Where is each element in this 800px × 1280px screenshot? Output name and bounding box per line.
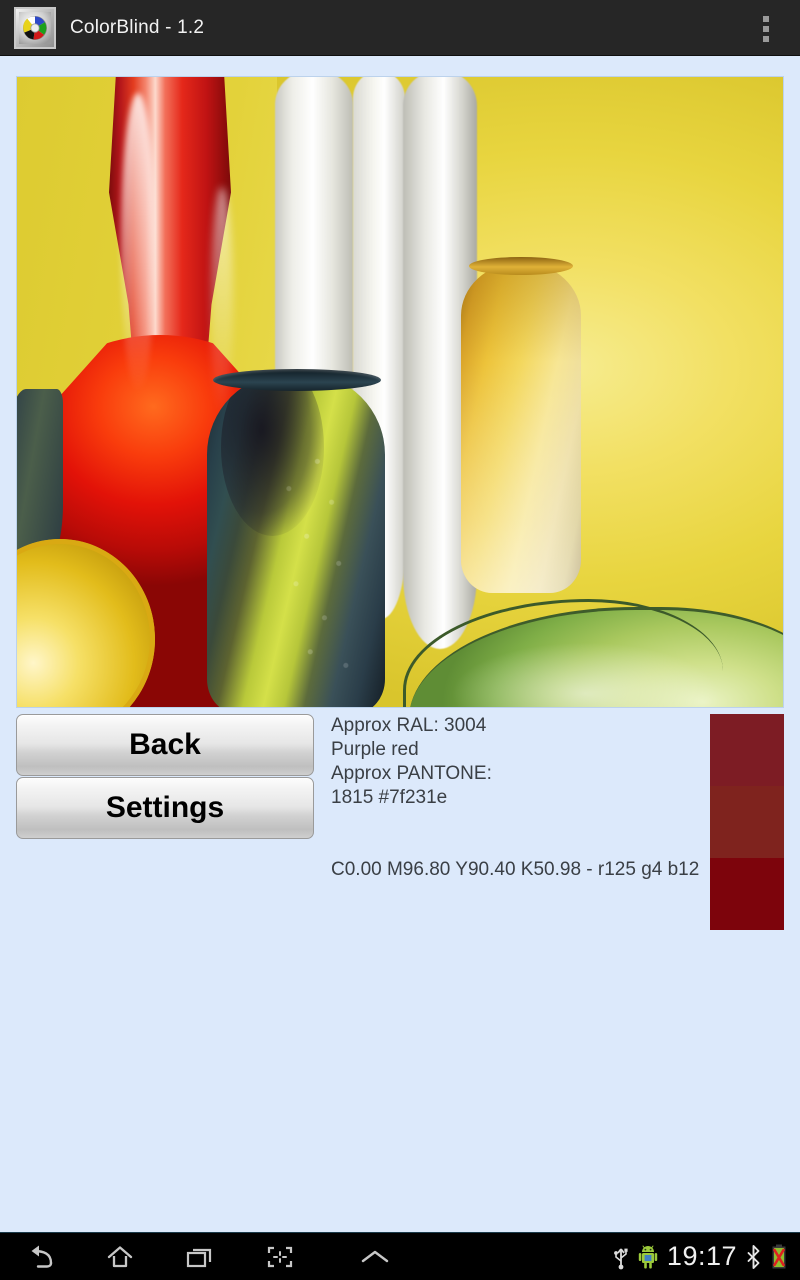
photo-preview[interactable]: [16, 76, 784, 708]
screenshot-icon: [267, 1246, 293, 1267]
status-tray[interactable]: 19:17: [613, 1233, 800, 1280]
sampled-swatch: [710, 858, 784, 930]
home-icon: [107, 1245, 133, 1267]
nav-screenshot-button[interactable]: [240, 1233, 320, 1280]
app-icon: [14, 6, 56, 49]
ral-swatch: [710, 714, 784, 786]
pantone-label: Approx PANTONE:: [331, 763, 492, 784]
teal-vase-rim: [213, 369, 381, 391]
nav-recents-button[interactable]: [160, 1233, 240, 1280]
app-root: ColorBlind - 1.2 Back Settings Approx RA…: [0, 0, 800, 1280]
app-title: ColorBlind - 1.2: [70, 16, 205, 38]
nav-back-button[interactable]: [0, 1233, 80, 1280]
color-info: Approx RAL: 3004 Purple red Approx PANTO…: [331, 714, 731, 810]
back-button[interactable]: Back: [16, 714, 314, 776]
battery-error-icon: [770, 1243, 788, 1271]
teal-mottled-vase: [207, 373, 385, 707]
system-navigation-bar: 19:17: [0, 1232, 800, 1280]
nav-home-button[interactable]: [80, 1233, 160, 1280]
status-clock: 19:17: [666, 1241, 737, 1271]
settings-button[interactable]: Settings: [16, 777, 314, 839]
overflow-dot: [763, 26, 769, 32]
ral-label: Approx RAL: 3004: [331, 715, 487, 736]
pantone-swatch: [710, 786, 784, 858]
overflow-menu-button[interactable]: [750, 12, 782, 46]
recents-icon: [186, 1248, 212, 1267]
chevron-up-icon: [361, 1250, 389, 1262]
back-icon: [31, 1245, 53, 1268]
amber-vase-rim: [469, 257, 573, 275]
color-wheel-aperture-icon: [19, 11, 51, 44]
glass-vases-photo: [17, 77, 783, 707]
ral-name: Purple red: [331, 739, 419, 760]
pantone-value: 1815 #7f231e: [331, 787, 448, 808]
android-robot-icon: [638, 1244, 658, 1270]
overflow-dot: [763, 36, 769, 42]
cmyk-rgb-readout: C0.00 M96.80 Y90.40 K50.98 - r125 g4 b12: [331, 859, 700, 880]
red-vase-highlight: [121, 93, 155, 393]
bluetooth-icon: [746, 1244, 761, 1270]
nav-expand-button[interactable]: [320, 1233, 430, 1280]
action-bar: ColorBlind - 1.2: [0, 0, 800, 56]
usb-icon: [613, 1244, 629, 1270]
overflow-dot: [763, 16, 769, 22]
amber-vase: [461, 263, 581, 593]
color-swatch-stack: [710, 714, 784, 930]
